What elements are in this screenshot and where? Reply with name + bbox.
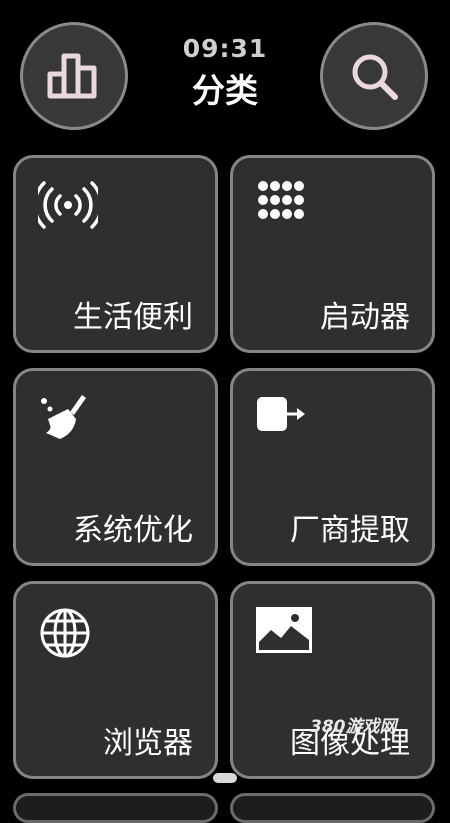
category-tile-partial[interactable] — [13, 793, 218, 823]
globe-icon — [40, 608, 90, 658]
category-tile-launcher[interactable]: 启动器 — [230, 155, 435, 353]
image-icon — [256, 607, 312, 653]
category-tile-partial[interactable] — [230, 793, 435, 823]
tile-label: 系统优化 — [73, 513, 193, 548]
category-tile-convenience[interactable]: 生活便利 — [13, 155, 218, 353]
search-button[interactable] — [320, 22, 428, 130]
tile-label: 启动器 — [320, 300, 410, 335]
signal-broadcast-icon — [38, 181, 98, 229]
category-tile-system-optimize[interactable]: 系统优化 — [13, 368, 218, 566]
tile-label: 生活便利 — [73, 300, 193, 335]
tile-label: 厂商提取 — [290, 513, 410, 548]
export-icon — [257, 397, 305, 431]
category-tile-browser[interactable]: 浏览器 — [13, 581, 218, 779]
page-indicator — [213, 773, 237, 783]
watermark: 380游戏网 — [310, 717, 397, 737]
category-tile-vendor-extract[interactable]: 厂商提取 — [230, 368, 435, 566]
broom-clean-icon — [41, 395, 86, 439]
tile-label: 浏览器 — [103, 726, 193, 761]
app-grid-icon — [258, 181, 304, 219]
category-tile-image-processing[interactable]: 图像处理 — [230, 581, 435, 779]
search-icon — [352, 54, 398, 100]
